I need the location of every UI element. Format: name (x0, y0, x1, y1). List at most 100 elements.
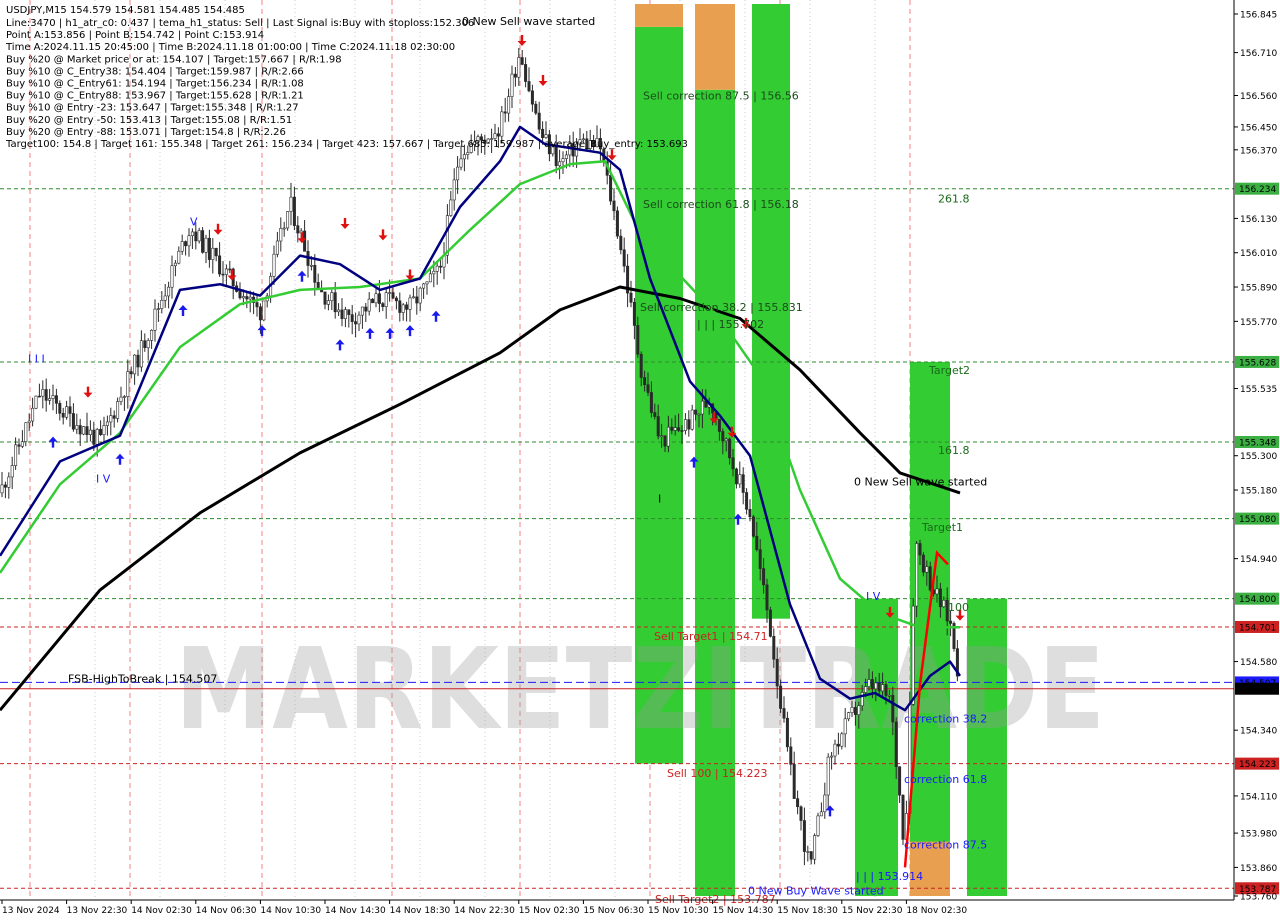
candle-body (405, 304, 409, 310)
candle-body (619, 235, 623, 251)
candle-body (813, 835, 817, 860)
candle-body (894, 721, 898, 767)
candle-body (177, 250, 181, 264)
info-line: Target100: 154.8 | Target 161: 155.348 |… (5, 139, 688, 150)
candle-body (755, 535, 759, 550)
candle-body (738, 474, 742, 485)
candle-body (374, 293, 378, 304)
candle-body (745, 492, 749, 510)
candle-body (102, 425, 106, 435)
candle-body (462, 154, 466, 160)
candle-body (122, 396, 126, 398)
candle-body (194, 231, 198, 242)
candle-body (37, 395, 41, 398)
info-line: Point A:153.856 | Point B:154.742 | Poin… (6, 30, 264, 41)
candle-body (612, 200, 616, 212)
candle-body (673, 427, 677, 431)
candle-body (51, 395, 55, 399)
price-tag-label: 154.223 (1239, 760, 1276, 770)
candle-body (44, 389, 48, 401)
candle-body (785, 717, 789, 748)
candle-body (796, 798, 800, 808)
candle-body (517, 57, 521, 78)
chart-label: I I I (28, 353, 45, 366)
candle-body (160, 299, 164, 309)
candle-body (870, 679, 874, 690)
time-tick-label: 14 Nov 10:30 (260, 906, 321, 916)
candle-body (680, 430, 684, 432)
chart-label: Sell Target1 | 154.71 (654, 630, 768, 643)
candle-body (663, 435, 667, 447)
candle-body (255, 302, 259, 308)
candle-body (316, 282, 320, 289)
candle-body (830, 755, 834, 758)
time-tick-label: 15 Nov 18:30 (777, 906, 838, 916)
candle-body (513, 73, 517, 78)
candle-body (85, 426, 89, 435)
time-tick-label: 15 Nov 10:30 (648, 906, 709, 916)
candle-body (3, 484, 7, 488)
candle-body (670, 426, 674, 431)
candle-body (561, 158, 565, 163)
candle-body (694, 409, 698, 415)
candle-body (139, 340, 143, 368)
candle-body (415, 296, 419, 304)
candle-body (765, 584, 769, 611)
candle-body (78, 425, 82, 435)
candle-body (850, 707, 854, 713)
chart-label: 261.8 (938, 192, 970, 205)
info-line: Time A:2024.11.15 20:45:00 | Time B:2024… (5, 42, 455, 53)
candle-body (643, 377, 647, 385)
info-line: Buy %10 @ Entry -23: 153.647 | Target:15… (6, 103, 299, 114)
candle-body (241, 296, 245, 299)
candle-body (258, 306, 262, 321)
candle-body (10, 465, 14, 478)
candle-body (313, 264, 317, 283)
candle-body (496, 133, 500, 137)
chart-label: Sell Target2 | 153.787 (655, 893, 776, 906)
candle-body (411, 296, 415, 299)
candle-body (65, 406, 69, 418)
candle-body (92, 429, 96, 445)
price-tag-label: 156.234 (1239, 185, 1276, 195)
candle-body (949, 620, 953, 624)
time-tick-label: 13 Nov 2024 (2, 906, 60, 916)
chart-label: FSB-HighToBreak | 154.507 (68, 673, 217, 686)
candle-body (874, 682, 878, 690)
price-tag-label: 154.485 (1239, 685, 1276, 695)
price-tick-label: 154.110 (1240, 792, 1277, 802)
info-line: Buy %20 @ Entry -50: 153.413 | Target:15… (6, 115, 292, 126)
candle-body (371, 298, 375, 304)
candle-body (887, 695, 891, 697)
candle-body (728, 438, 732, 459)
chart-label: 0 New Sell wave started (462, 15, 595, 28)
candle-body (915, 543, 919, 607)
candle-body (384, 292, 388, 307)
price-tick-label: 154.580 (1240, 658, 1277, 668)
candle-body (666, 426, 670, 447)
candle-body (649, 392, 653, 413)
candle-body (408, 297, 412, 310)
zone-rect (635, 4, 683, 27)
price-axis: 156.845 156.710 156.560 156.450 156.370 156.2… (1233, 0, 1280, 903)
candle-body (340, 309, 344, 319)
candle-body (843, 718, 847, 735)
candle-body (245, 296, 249, 300)
candle-body (75, 425, 79, 430)
symbol-line: USDJPY,M15 154.579 154.581 154.485 154.4… (6, 5, 245, 16)
candle-body (391, 292, 395, 299)
candle-body (609, 175, 613, 202)
candle-body (54, 395, 58, 404)
candle-body (99, 429, 103, 435)
candle-body (921, 554, 925, 573)
candle-body (326, 300, 330, 305)
candle-body (296, 225, 300, 234)
candle-body (541, 128, 545, 138)
candle-body (133, 354, 137, 375)
candle-body (544, 134, 548, 138)
price-chart[interactable]: MARKETZITRADE 0 New Sell wave started Sel… (0, 0, 1280, 920)
candle-body (748, 509, 752, 518)
time-tick-label: 14 Nov 06:30 (196, 906, 257, 916)
candle-body (731, 457, 735, 470)
chart-label: 0 New Sell wave started (854, 475, 987, 488)
